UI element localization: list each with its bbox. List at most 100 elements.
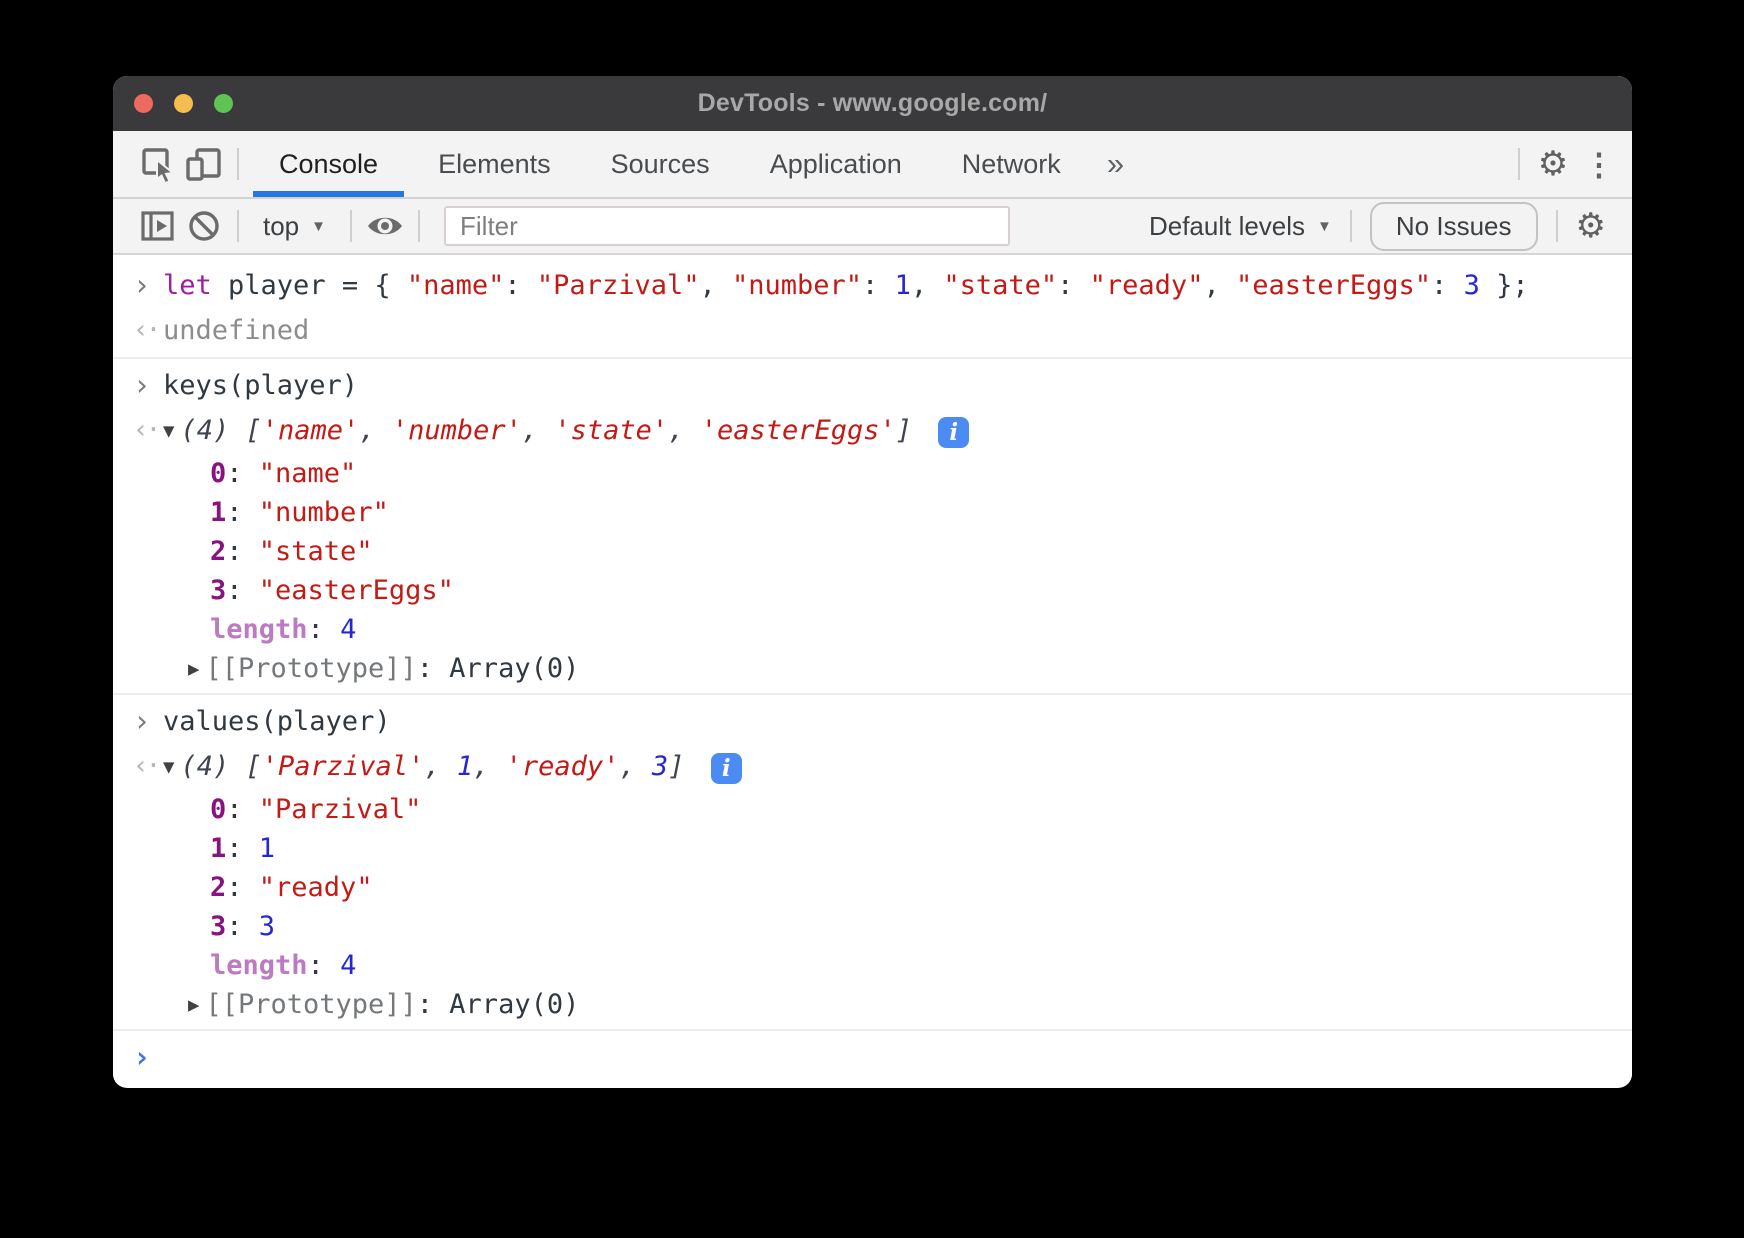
token: , — [473, 751, 506, 782]
console-row-content: ▼(4) ['Parzival', 1, 'ready', 3] i — [163, 748, 1612, 786]
token: (4) — [180, 751, 245, 782]
divider — [350, 210, 352, 242]
token: "name" — [259, 458, 357, 489]
console-log: ›let player = { "name": "Parzival", "num… — [113, 255, 1632, 1077]
filter-input[interactable] — [444, 206, 1010, 246]
token: "number" — [732, 270, 862, 301]
token: : — [226, 794, 259, 825]
chevron-down-icon: ▼ — [1317, 218, 1332, 235]
console-row-input: ›values(player) — [113, 693, 1632, 744]
expand-toggle-icon[interactable]: ▶ — [188, 651, 199, 688]
inspect-element-icon[interactable] — [135, 131, 181, 197]
console-row-result: ‹·▼(4) ['Parzival', 1, 'ready', 3] i — [113, 744, 1632, 790]
result-arrow-icon: ‹· — [133, 312, 163, 349]
console-row-item: 3: 3 — [113, 907, 1632, 946]
expand-toggle-icon[interactable]: ▶ — [188, 987, 199, 1024]
console-prompt-icon: › — [133, 1039, 163, 1076]
tab-network[interactable]: Network — [932, 131, 1091, 197]
token: values(player) — [163, 706, 391, 737]
token: 0 — [210, 458, 226, 489]
token: Array(0) — [449, 653, 579, 684]
more-options-icon[interactable]: ⋮ — [1584, 149, 1615, 180]
console-row-content: undefined — [163, 312, 1612, 349]
token: 'ready' — [506, 751, 620, 782]
tab-application[interactable]: Application — [740, 131, 932, 197]
console-row-item: 0: "Parzival" — [113, 790, 1632, 829]
token: 3 — [652, 751, 668, 782]
token: [[Prototype]] — [205, 653, 416, 684]
console-row-content: 1: "number" — [210, 494, 1612, 531]
tab-console[interactable]: Console — [249, 131, 408, 197]
token: 'name' — [262, 415, 360, 446]
window-title: DevTools - www.google.com/ — [113, 89, 1632, 118]
token: undefined — [163, 315, 309, 346]
token: 1 — [210, 833, 226, 864]
info-icon[interactable]: i — [711, 753, 742, 784]
tab-elements[interactable]: Elements — [408, 131, 581, 197]
console-row-item: 0: "name" — [113, 454, 1632, 493]
token: }; — [1480, 270, 1529, 301]
console-settings-gear-icon[interactable]: ⚙ — [1576, 209, 1606, 243]
console-toolbar: top ▼ Default levels ▼ No Issues ⚙ — [113, 199, 1632, 255]
console-row-content: 2: "ready" — [210, 869, 1612, 906]
token: 3 — [1464, 270, 1480, 301]
no-issues-button[interactable]: No Issues — [1370, 202, 1538, 251]
log-levels-label: Default levels — [1149, 211, 1305, 242]
input-prompt-icon: › — [133, 703, 163, 740]
token: : — [1431, 270, 1464, 301]
token: "Parzival" — [259, 794, 422, 825]
token: , — [1203, 270, 1236, 301]
token: : — [1057, 270, 1090, 301]
token: 4 — [340, 614, 356, 645]
more-tabs-icon[interactable]: » — [1091, 146, 1140, 182]
divider — [237, 210, 239, 242]
console-row-content: ▶[[Prototype]]: Array(0) — [188, 986, 1612, 1024]
console-row-result: ‹·▼(4) ['name', 'number', 'state', 'east… — [113, 408, 1632, 454]
live-expression-eye-icon[interactable] — [362, 199, 408, 253]
token: : — [417, 989, 450, 1020]
token: 3 — [210, 575, 226, 606]
device-toolbar-icon[interactable] — [181, 131, 227, 197]
expand-toggle-icon[interactable]: ▼ — [163, 413, 174, 450]
divider — [1350, 210, 1352, 242]
log-levels-selector[interactable]: Default levels ▼ — [1149, 211, 1332, 242]
settings-gear-icon[interactable]: ⚙ — [1538, 147, 1568, 181]
token: "Parzival" — [537, 270, 700, 301]
info-icon[interactable]: i — [938, 417, 969, 448]
token: 'number' — [392, 415, 522, 446]
token: [ — [245, 751, 261, 782]
token: : — [226, 536, 259, 567]
token: , — [668, 415, 701, 446]
console-row-content: 0: "name" — [210, 455, 1612, 492]
token: : — [226, 911, 259, 942]
token: "easterEggs" — [259, 575, 454, 606]
token: : — [226, 833, 259, 864]
token: ] — [668, 751, 701, 782]
divider — [237, 148, 239, 180]
token: ] — [896, 415, 929, 446]
clear-console-icon[interactable] — [181, 199, 227, 253]
token: length — [210, 950, 308, 981]
token: 'state' — [554, 415, 668, 446]
token: "state" — [943, 270, 1057, 301]
token: 'easterEggs' — [701, 415, 896, 446]
token: 4 — [340, 950, 356, 981]
expand-toggle-icon[interactable]: ▼ — [163, 749, 174, 786]
console-row-prompt[interactable]: › — [113, 1029, 1632, 1077]
console-row-item: length: 4 — [113, 610, 1632, 649]
divider — [1518, 148, 1520, 180]
console-sidebar-icon[interactable] — [135, 199, 181, 253]
token: , — [359, 415, 392, 446]
token: "ready" — [259, 872, 373, 903]
context-selector[interactable]: top ▼ — [249, 211, 340, 242]
result-arrow-icon: ‹· — [133, 412, 163, 449]
console-row-content: ▼(4) ['name', 'number', 'state', 'easter… — [163, 412, 1612, 450]
context-label: top — [263, 211, 299, 242]
token: , — [619, 751, 652, 782]
token: 2 — [210, 536, 226, 567]
tab-sources[interactable]: Sources — [581, 131, 740, 197]
token: , — [911, 270, 944, 301]
token: 3 — [259, 911, 275, 942]
console-row-item: 1: "number" — [113, 493, 1632, 532]
console-row-item: length: 4 — [113, 946, 1632, 985]
